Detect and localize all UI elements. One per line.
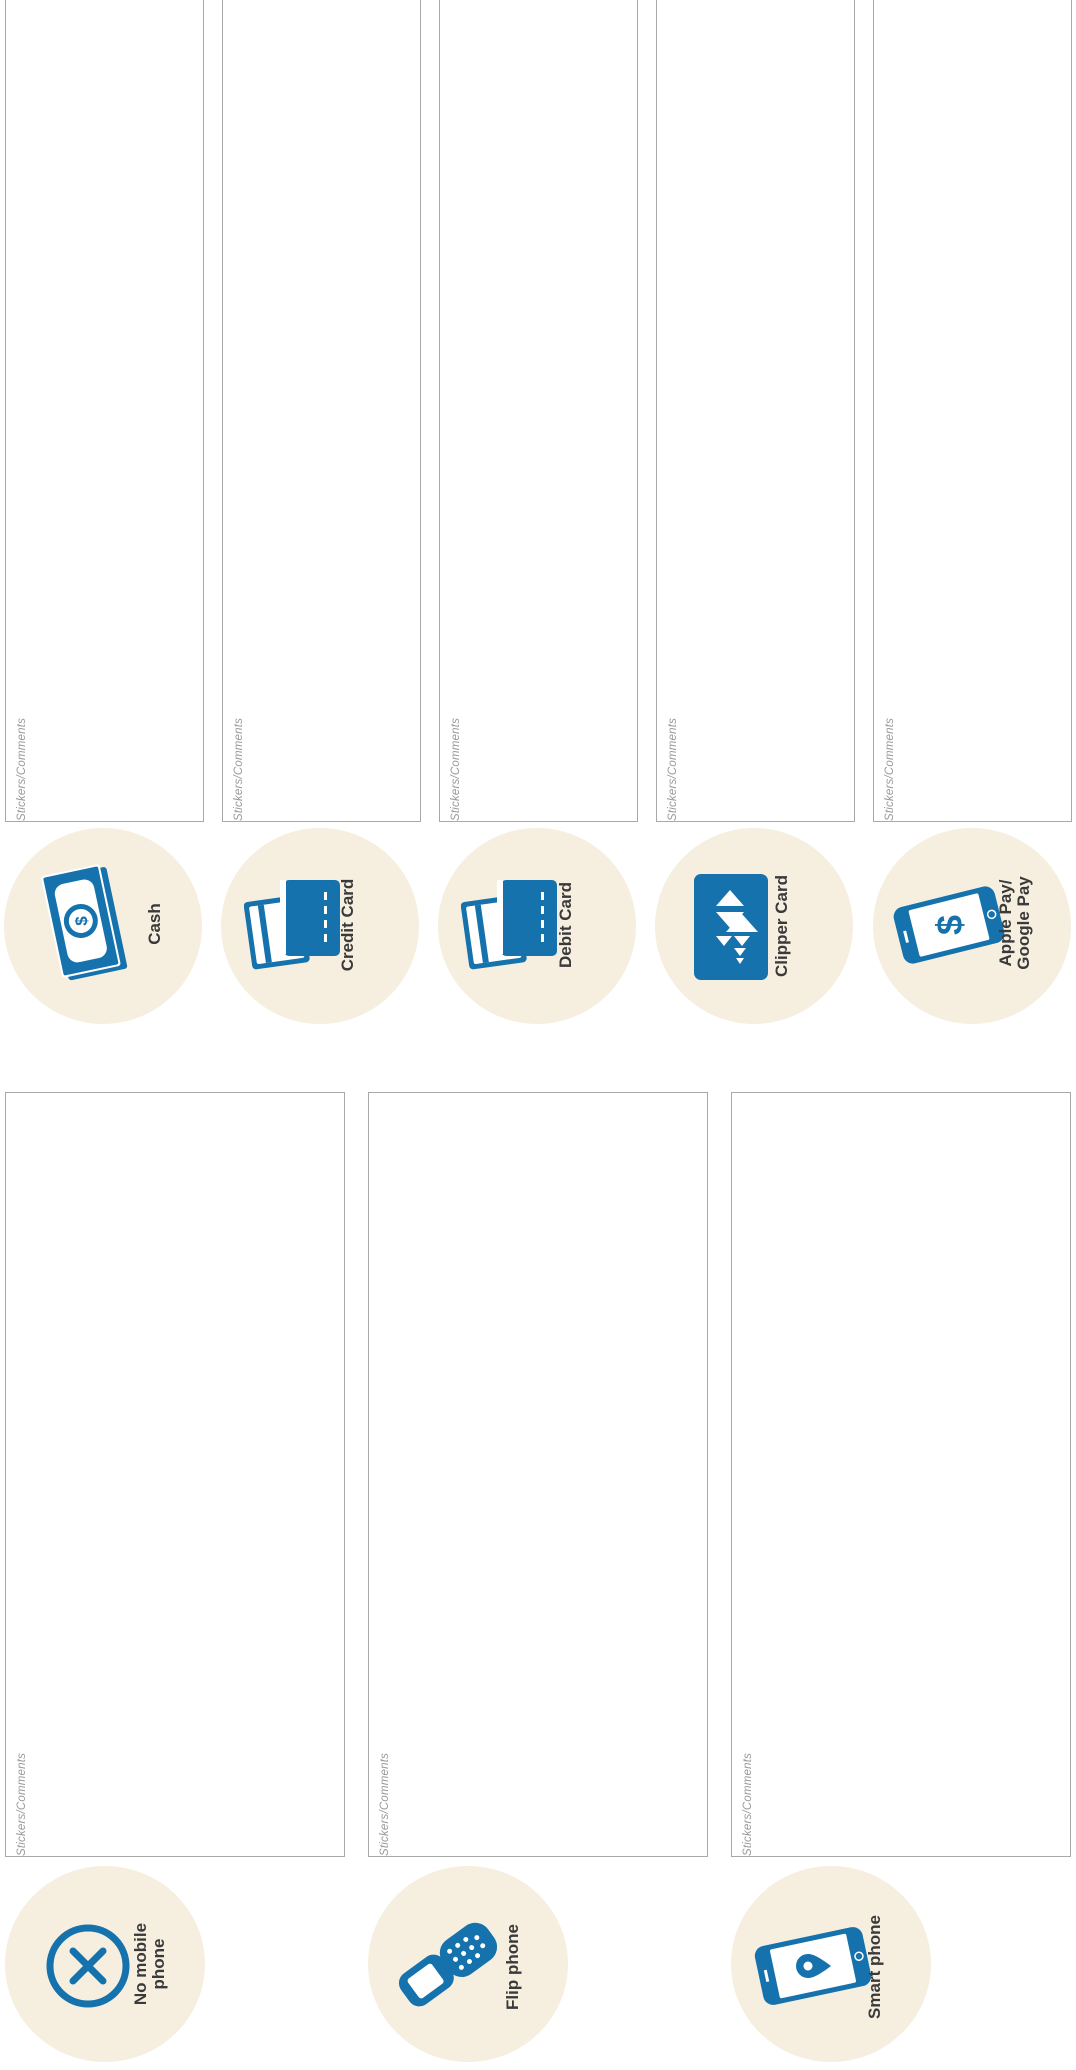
option-label-clipper-card: Clipper Card: [772, 874, 791, 978]
mobile-pay-icon: $: [893, 886, 1005, 964]
option-label-mobile-pay: Apple Pay/ Google Pay: [996, 858, 1033, 988]
comment-box-mobile-pay[interactable]: Stickers/Comments: [873, 0, 1072, 822]
flip-phone-icon: [398, 1922, 498, 2007]
comment-hint: Stickers/Comments: [450, 717, 462, 821]
comment-hint: Stickers/Comments: [742, 1752, 754, 1856]
comment-box-flip-phone[interactable]: Stickers/Comments: [368, 1092, 708, 1857]
no-phone-icon: [46, 1924, 130, 2008]
comment-hint: Stickers/Comments: [379, 1752, 391, 1856]
smart-phone-icon: [754, 1927, 872, 2005]
svg-text:$: $: [72, 916, 91, 926]
comment-box-credit-card[interactable]: Stickers/Comments: [222, 0, 421, 822]
option-label-line: phone: [149, 1938, 168, 1990]
option-label-credit-card: Credit Card: [338, 878, 357, 972]
credit-card-icon: [244, 880, 340, 970]
comment-hint: Stickers/Comments: [16, 717, 28, 821]
comment-hint: Stickers/Comments: [16, 1752, 28, 1856]
option-label-no-mobile-phone: No mobile phone: [131, 1919, 168, 2009]
comment-box-debit-card[interactable]: Stickers/Comments: [439, 0, 638, 822]
comment-box-no-mobile-phone[interactable]: Stickers/Comments: [5, 1092, 345, 1857]
option-label-cash: Cash: [145, 903, 164, 945]
debit-card-icon: [461, 880, 557, 970]
comment-hint: Stickers/Comments: [667, 717, 679, 821]
option-label-smart-phone: Smart phone: [865, 1915, 884, 2019]
clipper-card-icon: [694, 874, 768, 980]
option-label-line: Google Pay: [1014, 876, 1033, 970]
comment-box-smart-phone[interactable]: Stickers/Comments: [731, 1092, 1071, 1857]
option-label-debit-card: Debit Card: [556, 882, 575, 968]
option-label-flip-phone: Flip phone: [503, 1924, 522, 2010]
svg-text:$: $: [929, 915, 970, 935]
option-label-line: No mobile: [131, 1922, 150, 2006]
cash-icon: $: [41, 864, 128, 981]
option-label-line: Apple Pay/: [996, 879, 1015, 967]
comment-hint: Stickers/Comments: [233, 717, 245, 821]
comment-box-cash[interactable]: Stickers/Comments: [5, 0, 204, 822]
comment-hint: Stickers/Comments: [884, 717, 896, 821]
comment-box-clipper-card[interactable]: Stickers/Comments: [656, 0, 855, 822]
